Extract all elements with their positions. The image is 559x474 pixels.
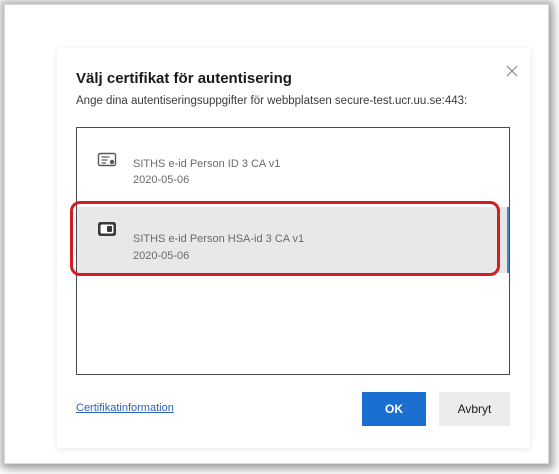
certificate-info-link[interactable]: Certifikatinformation bbox=[76, 402, 174, 414]
certificate-list-item-selected[interactable]: SITHS e-id Person HSA-id 3 CA v1 2020-05… bbox=[77, 207, 509, 273]
certificate-card-icon bbox=[97, 152, 117, 168]
dialog-subtitle: Ange dina autentiseringsuppgifter för we… bbox=[76, 95, 468, 107]
certificate-name: SITHS e-id Person HSA-id 3 CA v1 bbox=[133, 233, 305, 245]
close-icon bbox=[506, 65, 518, 77]
smart-card-icon bbox=[97, 221, 117, 237]
certificate-date: 2020-05-06 bbox=[133, 174, 190, 186]
certificate-name: SITHS e-id Person ID 3 CA v1 bbox=[133, 158, 281, 170]
cancel-button[interactable]: Avbryt bbox=[439, 392, 510, 426]
certificate-date: 2020-05-06 bbox=[133, 250, 190, 262]
close-button[interactable] bbox=[502, 61, 522, 81]
ok-button[interactable]: OK bbox=[362, 392, 426, 426]
dialog-title: Välj certifikat för autentisering bbox=[76, 70, 292, 87]
certificate-list-item[interactable]: SITHS e-id Person ID 3 CA v1 2020-05-06 bbox=[77, 138, 509, 204]
certificate-list: SITHS e-id Person ID 3 CA v1 2020-05-06 … bbox=[76, 127, 510, 375]
